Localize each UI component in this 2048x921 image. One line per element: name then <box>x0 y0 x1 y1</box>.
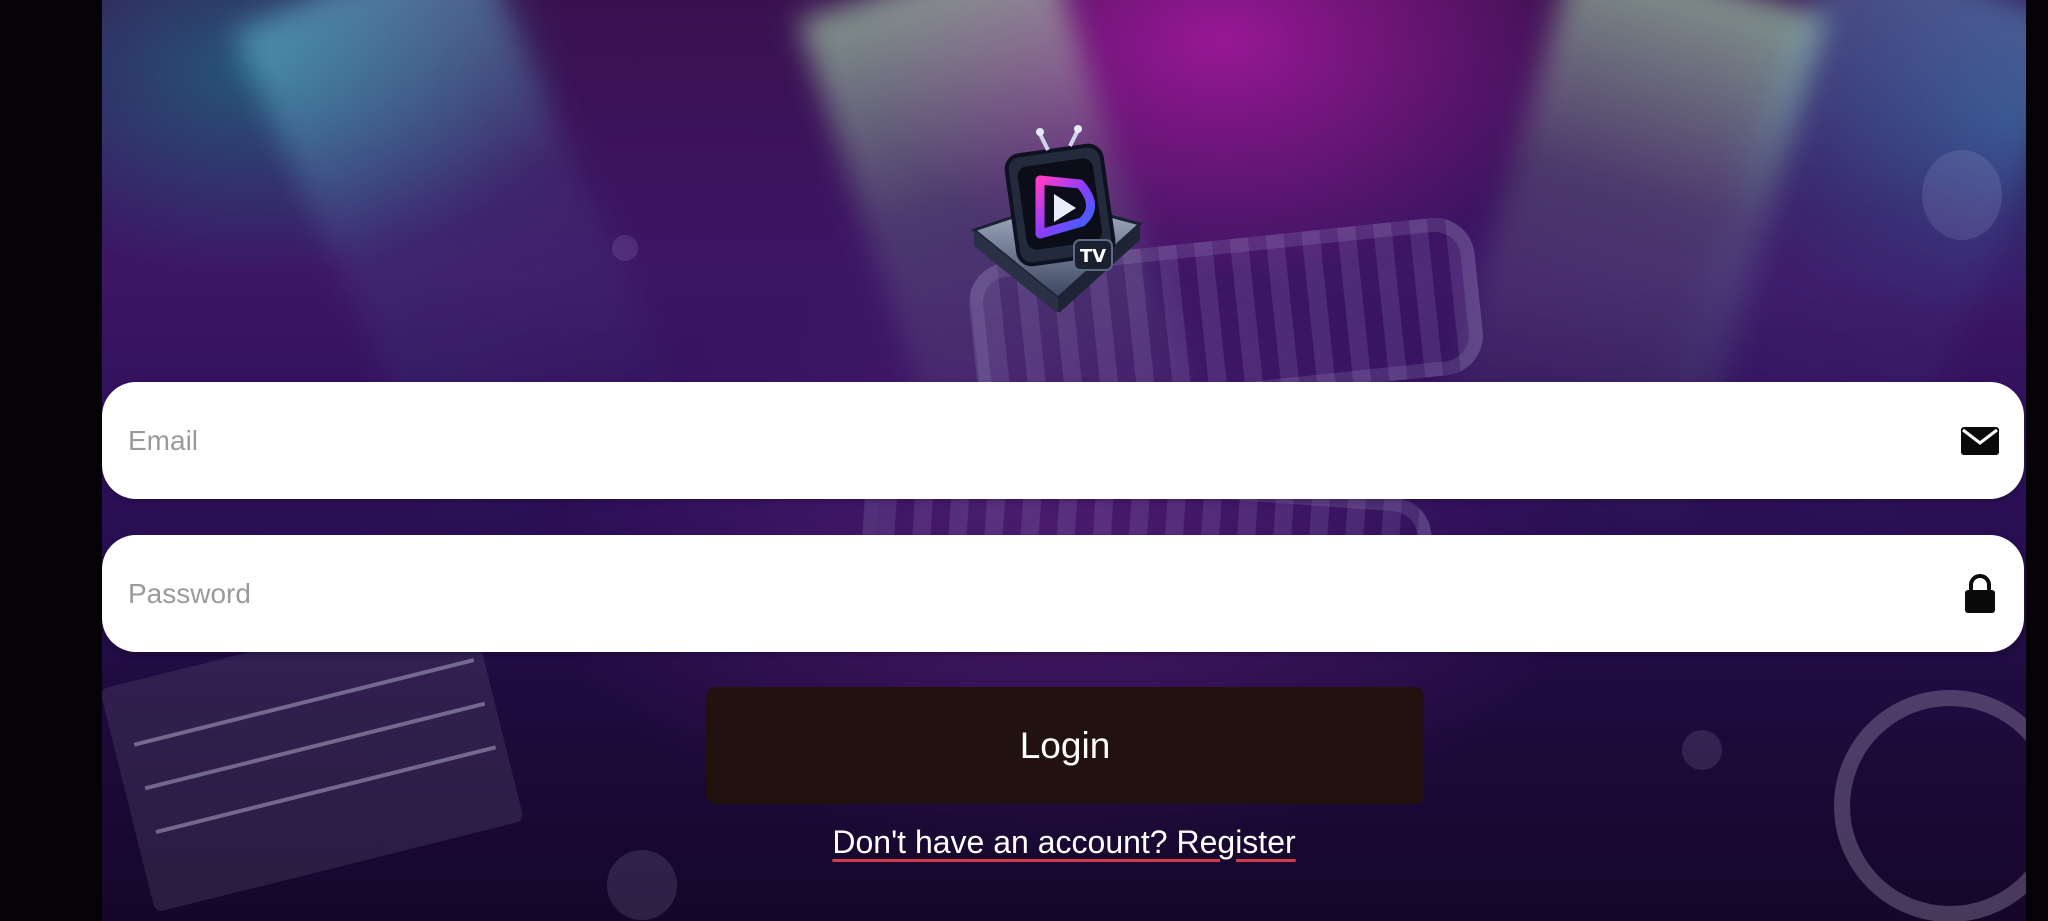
bokeh-light <box>1682 730 1722 770</box>
bokeh-light <box>612 235 638 261</box>
email-input[interactable] <box>126 409 1960 472</box>
envelope-icon <box>1960 421 2000 461</box>
film-reel-decoration <box>1834 690 2026 921</box>
password-input[interactable] <box>126 562 1960 625</box>
login-screen: TV Login <box>102 0 2026 921</box>
bokeh-light <box>1922 150 2002 240</box>
app-screen: TV Login <box>0 0 2048 921</box>
register-prompt: Don't have an account? Register <box>102 824 2026 861</box>
email-field-container <box>102 382 2024 499</box>
svg-text:TV: TV <box>1080 246 1106 267</box>
app-logo: TV <box>962 122 1162 314</box>
lock-icon <box>1960 573 2000 614</box>
login-button[interactable]: Login <box>706 687 1424 804</box>
password-field-container <box>102 535 2024 652</box>
register-link[interactable]: Don't have an account? Register <box>832 824 1295 860</box>
tv-logo-icon: TV <box>970 125 1144 314</box>
